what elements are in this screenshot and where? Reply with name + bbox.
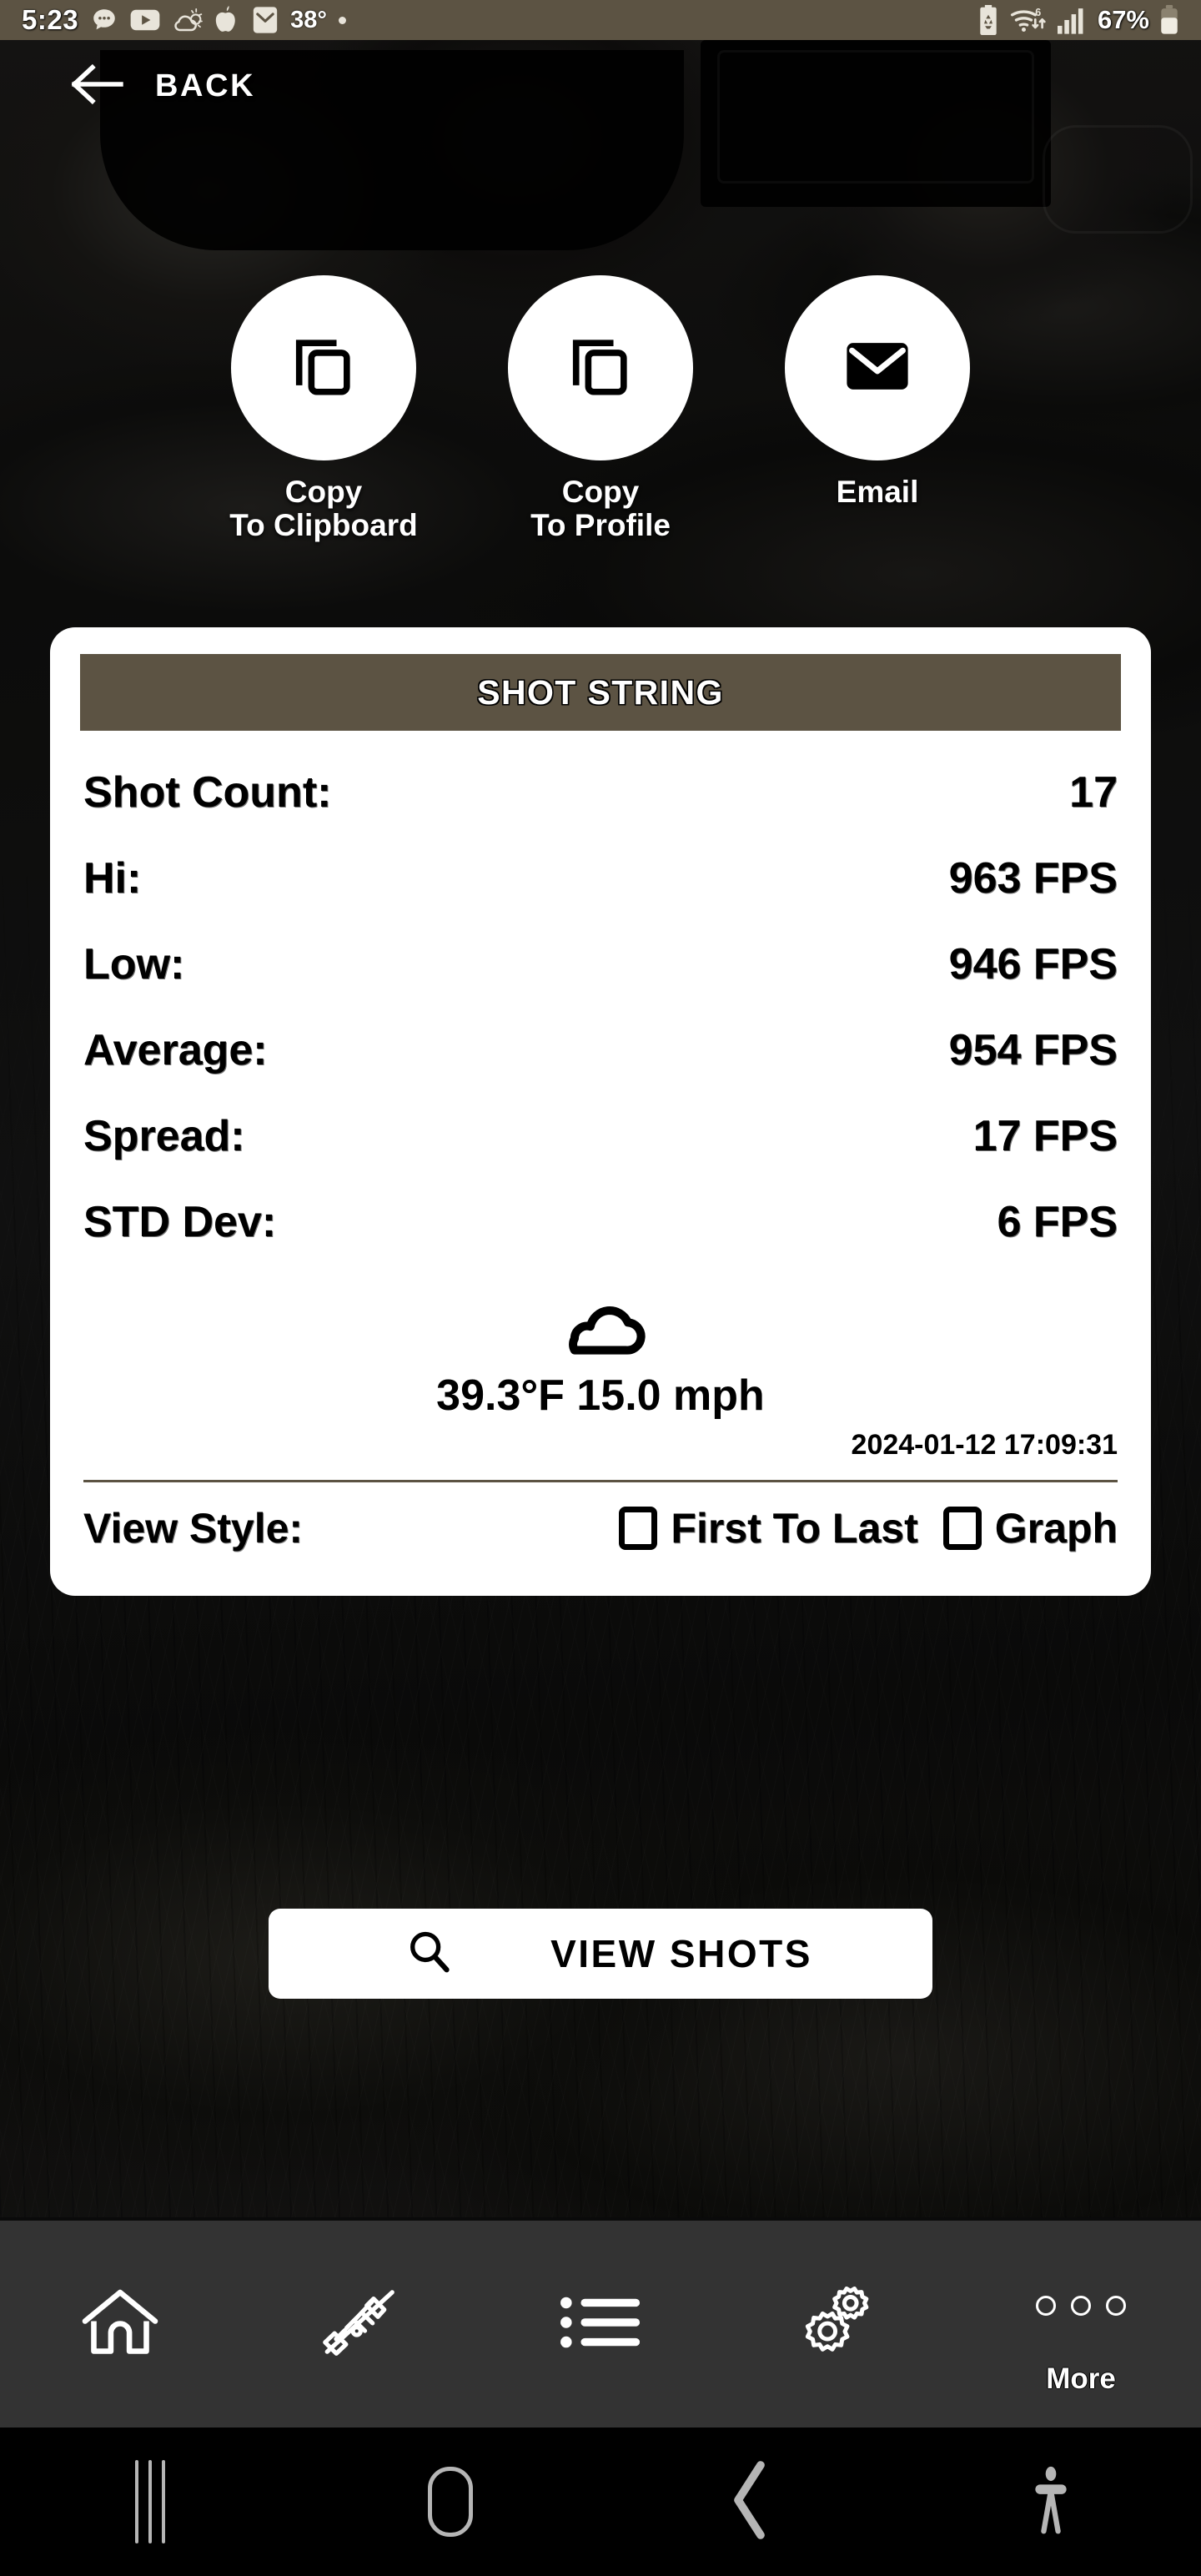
view-style-label: View Style: — [83, 1505, 304, 1552]
nav-item-settings[interactable] — [721, 2221, 961, 2428]
dot-icon — [1071, 2296, 1091, 2316]
recents-icon — [135, 2460, 165, 2543]
view-shots-button[interactable]: VIEW SHOTS — [269, 1909, 932, 1999]
weather-readout: 39.3°F 15.0 mph — [436, 1371, 765, 1420]
stat-row-hi: Hi: 963 FPS — [83, 853, 1118, 939]
shot-string-card: SHOT STRING Shot Count: 17 Hi: 963 FPS L… — [50, 627, 1151, 1596]
youtube-icon — [130, 8, 160, 33]
home-pill-icon — [428, 2467, 473, 2537]
email-label: Email — [836, 475, 919, 509]
stat-value: 954 FPS — [948, 1026, 1118, 1074]
mail-icon — [252, 6, 279, 34]
stat-label: STD Dev: — [83, 1198, 277, 1246]
nav-item-more-label: More — [1046, 2362, 1116, 2395]
nav-item-home[interactable] — [0, 2221, 240, 2428]
accessibility-icon — [1031, 2464, 1071, 2540]
email-button[interactable]: Email — [782, 275, 972, 542]
status-bar: 5:23 38° 6 67% — [0, 0, 1201, 40]
copy-to-profile-circle[interactable] — [508, 275, 693, 460]
email-icon — [843, 332, 912, 405]
copy-icon — [566, 332, 635, 405]
bar — [135, 2460, 138, 2543]
stat-row-std-dev: STD Dev: 6 FPS — [83, 1197, 1118, 1283]
stat-value: 6 FPS — [997, 1198, 1118, 1246]
cloud-icon — [548, 1306, 653, 1360]
dot-icon — [1036, 2296, 1056, 2316]
timestamp: 2024-01-12 17:09:31 — [851, 1429, 1118, 1461]
copy-to-profile-button[interactable]: Copy To Profile — [505, 275, 696, 542]
arrow-left-icon[interactable] — [71, 63, 123, 110]
stat-row-spread: Spread: 17 FPS — [83, 1111, 1118, 1197]
stat-value: 17 — [1069, 768, 1118, 817]
checkbox-label[interactable]: Graph — [995, 1504, 1118, 1552]
three-dots-icon — [1036, 2296, 1126, 2316]
email-circle[interactable] — [785, 275, 970, 460]
stat-label: Low: — [83, 940, 185, 989]
view-style-option-graph[interactable]: Graph — [942, 1504, 1118, 1552]
stat-label: Shot Count: — [83, 768, 332, 817]
status-bar-battery-percent: 67% — [1097, 5, 1149, 34]
status-bar-clock: 5:23 — [22, 4, 79, 35]
nav-item-rifle[interactable] — [240, 2221, 480, 2428]
messages-icon — [90, 6, 118, 34]
battery-saver-icon — [977, 5, 999, 35]
gears-icon — [799, 2283, 882, 2366]
copy-to-clipboard-button[interactable]: Copy To Clipboard — [229, 275, 419, 542]
page-header: BACK — [0, 40, 1201, 132]
action-buttons-row: Copy To Clipboard Copy To Profile Email — [0, 275, 1201, 542]
copy-to-clipboard-label: Copy To Clipboard — [229, 475, 418, 542]
dot-icon — [1106, 2296, 1126, 2316]
rifle-icon — [317, 2284, 404, 2365]
stat-label: Average: — [83, 1026, 268, 1074]
stat-label: Hi: — [83, 854, 142, 903]
checkbox-graph[interactable] — [942, 1507, 982, 1550]
status-bar-right: 6 67% — [977, 5, 1179, 35]
weather-section: 39.3°F 15.0 mph — [50, 1290, 1151, 1421]
view-shots-label: VIEW SHOTS — [550, 1932, 812, 1975]
view-style-row: View Style: First To Last Graph — [50, 1482, 1151, 1596]
chevron-left-icon — [727, 2460, 774, 2544]
system-recents-button[interactable] — [0, 2460, 300, 2543]
checkbox-first-to-last[interactable] — [619, 1507, 658, 1550]
apple-icon — [215, 6, 240, 34]
bar — [148, 2460, 152, 2543]
system-accessibility-button[interactable] — [901, 2464, 1201, 2540]
back-button-label[interactable]: BACK — [155, 68, 255, 104]
status-bar-dot-icon — [338, 16, 346, 24]
svg-text:6: 6 — [1035, 7, 1041, 18]
stat-value: 963 FPS — [948, 854, 1118, 903]
cellular-signal-icon — [1057, 6, 1088, 34]
stat-value: 946 FPS — [948, 940, 1118, 989]
stats-list: Shot Count: 17 Hi: 963 FPS Low: 946 FPS … — [50, 731, 1151, 1283]
stat-value: 17 FPS — [972, 1112, 1118, 1160]
copy-to-clipboard-circle[interactable] — [231, 275, 416, 460]
home-icon — [80, 2287, 160, 2362]
system-navigation-bar — [0, 2428, 1201, 2576]
stat-row-low: Low: 946 FPS — [83, 939, 1118, 1025]
app-root: 5:23 38° 6 67% BACK Copy To Clipboard Co… — [0, 0, 1201, 2576]
status-bar-temperature: 38° — [290, 6, 327, 33]
bar — [162, 2460, 165, 2543]
copy-icon — [289, 332, 358, 405]
page-title: SHOT STRING — [477, 672, 724, 712]
bottom-navigation-bar: More — [0, 2221, 1201, 2428]
list-icon — [559, 2289, 642, 2360]
card-title-bar: SHOT STRING — [80, 654, 1121, 731]
weather-icon — [172, 6, 204, 34]
stat-label: Spread: — [83, 1112, 245, 1160]
status-bar-left: 5:23 38° — [22, 4, 977, 36]
nav-item-more[interactable]: More — [961, 2221, 1201, 2428]
nav-item-list[interactable] — [480, 2221, 721, 2428]
checkbox-label[interactable]: First To Last — [671, 1504, 917, 1552]
stat-row-average: Average: 954 FPS — [83, 1025, 1118, 1111]
system-home-button[interactable] — [300, 2467, 600, 2537]
stat-row-shot-count: Shot Count: 17 — [83, 767, 1118, 853]
battery-icon — [1159, 5, 1179, 35]
copy-to-profile-label: Copy To Profile — [530, 475, 671, 542]
system-back-button[interactable] — [600, 2460, 901, 2544]
search-icon — [405, 1928, 454, 1980]
wifi-6-icon: 6 — [1009, 5, 1048, 35]
view-style-option-first-to-last[interactable]: First To Last — [619, 1504, 918, 1552]
